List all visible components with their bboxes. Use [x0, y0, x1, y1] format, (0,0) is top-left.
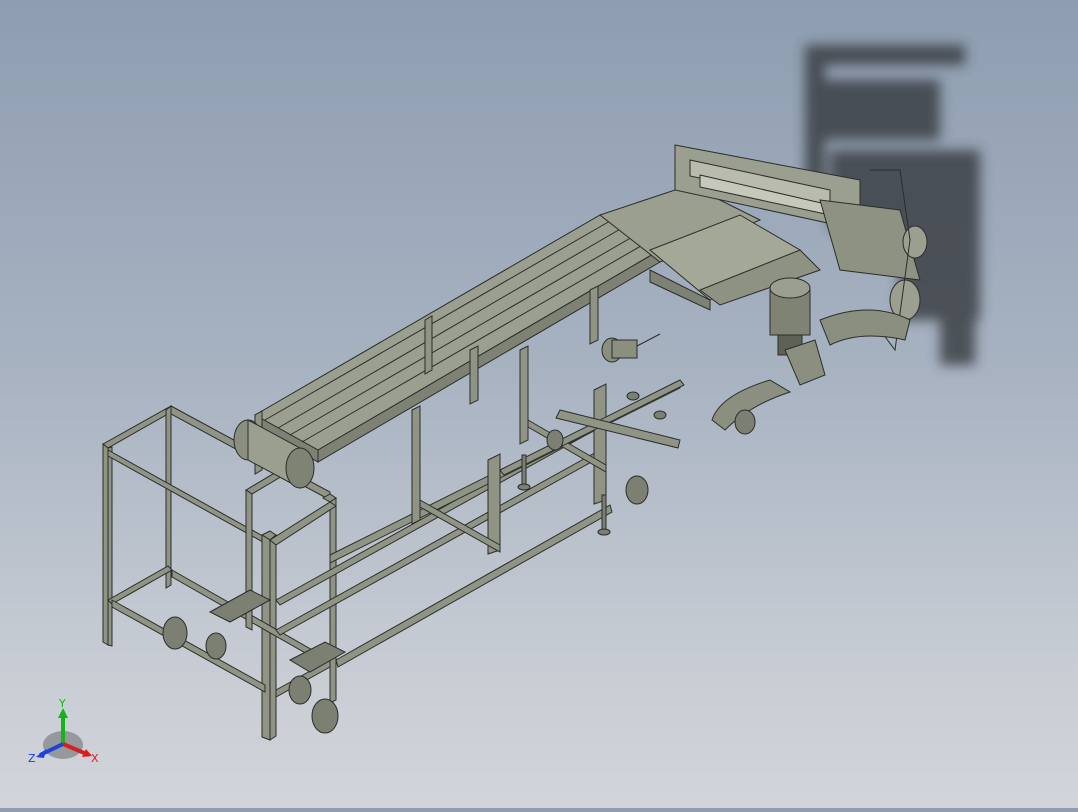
- z-axis-label: Z: [28, 752, 36, 765]
- conveyor-assembly[interactable]: [102, 214, 685, 741]
- caster-wheels: [162, 429, 649, 734]
- cad-viewport[interactable]: Y X Z: [0, 0, 1078, 808]
- z-arrow-icon: [36, 749, 46, 758]
- y-axis-label: Y: [58, 697, 66, 710]
- small-motor: [601, 333, 661, 363]
- gear-motor: [769, 277, 826, 386]
- axis-triad: Y X Z: [28, 697, 99, 765]
- x-axis-label: X: [91, 752, 99, 765]
